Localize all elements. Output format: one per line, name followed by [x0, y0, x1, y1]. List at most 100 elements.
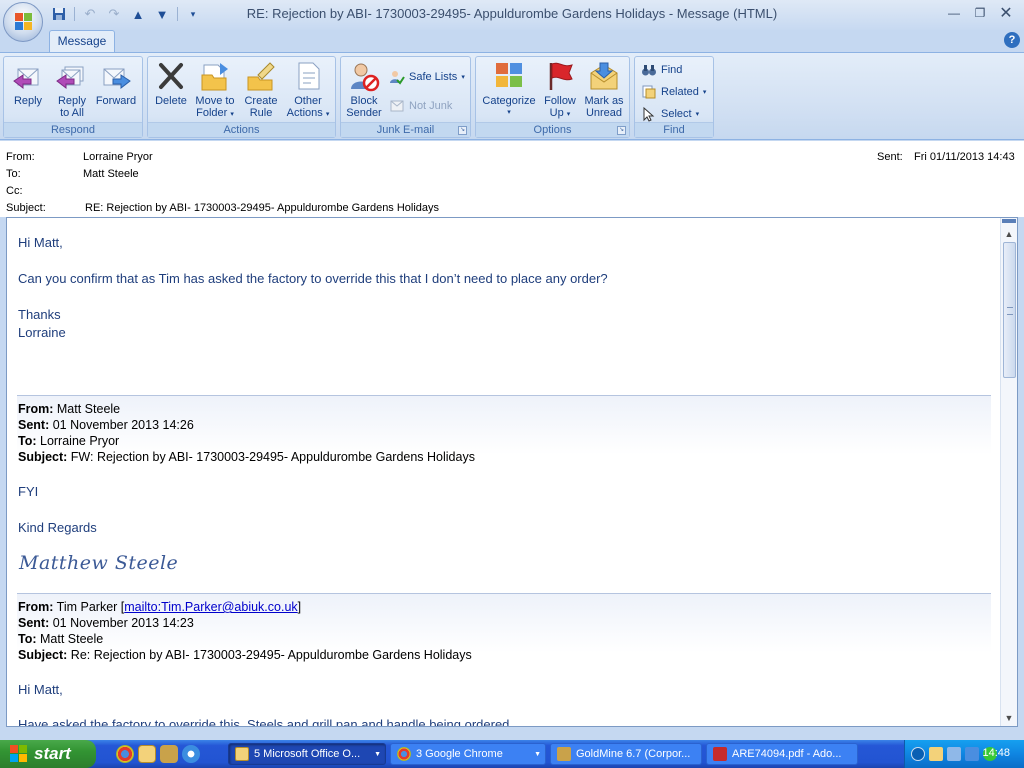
delete-button[interactable]: Delete [153, 59, 189, 121]
close-icon[interactable]: ✕ [994, 4, 1018, 22]
group-actions: Delete Move to Folder ▾ Create Rule Othe… [147, 56, 336, 138]
redo-icon[interactable]: ↷ [103, 4, 125, 24]
group-junk-email: Block Sender Safe Lists ▾ Not Junk Junk … [340, 56, 471, 138]
office-button[interactable] [3, 2, 43, 42]
categorize-label: Categorize [482, 95, 536, 107]
network-icon[interactable] [947, 747, 961, 761]
options-dialog-launcher-icon[interactable]: ↘ [617, 126, 626, 135]
not-junk-button[interactable]: Not Junk [389, 96, 452, 116]
subject-label: Subject: [6, 202, 46, 214]
message-header: From: Lorraine Pryor To: Matt Steele Cc:… [0, 141, 1024, 217]
tray-expand-icon[interactable] [911, 747, 925, 761]
to-value[interactable]: Matt Steele [83, 168, 139, 180]
quote2-sent: Sent: 01 November 2013 14:23 [18, 616, 194, 630]
block-sender-label-2: Sender [346, 107, 382, 119]
not-junk-icon [389, 98, 405, 114]
reply-button[interactable]: Reply [10, 59, 46, 121]
create-rule-icon [244, 59, 278, 93]
select-button[interactable]: Select ▾ [641, 104, 699, 124]
tray-app-icon[interactable] [965, 747, 979, 761]
help-icon[interactable]: ? [1004, 32, 1020, 48]
save-icon[interactable] [48, 4, 70, 24]
delete-icon [154, 59, 188, 93]
vertical-scrollbar[interactable]: ▲ ▼ [1000, 218, 1017, 726]
quote1-signature: Matthew Steele [19, 552, 179, 574]
group-label-actions: Actions [148, 122, 335, 137]
group-label-respond: Respond [4, 122, 142, 137]
taskbar-item-goldmine[interactable]: GoldMine 6.7 (Corpor... [550, 743, 702, 765]
create-rule-label-2: Rule [249, 107, 273, 119]
previous-item-icon[interactable]: ▲ [127, 4, 149, 24]
quote1-from: From: Matt Steele [18, 402, 121, 416]
group-options: Categorize ▾ Follow Up ▾ Mark as Unread … [475, 56, 630, 138]
find-label: Find [661, 64, 683, 76]
quick-access-toolbar: ↶ ↷ ▲ ▼ ▾ [48, 4, 204, 24]
windows-flag-icon [10, 745, 28, 763]
outlook-tray-icon[interactable] [929, 747, 943, 761]
body-thanks: Thanks [18, 307, 61, 322]
select-label: Select [661, 108, 692, 120]
quote2-subject: Subject: Re: Rejection by ABI- 1730003-2… [18, 648, 472, 662]
body-greeting: Hi Matt, [18, 235, 63, 250]
safe-lists-label: Safe Lists [409, 71, 458, 83]
chrome-icon[interactable] [116, 745, 134, 763]
follow-up-button[interactable]: Follow Up ▾ [540, 59, 580, 121]
create-rule-button[interactable]: Create Rule [240, 59, 282, 121]
other-actions-icon [291, 59, 325, 93]
quote2-line-1: Have asked the factory to override this.… [18, 717, 510, 727]
to-label: To: [6, 168, 21, 180]
find-button[interactable]: Find [641, 60, 682, 80]
minimize-icon[interactable]: — [942, 4, 966, 22]
block-sender-button[interactable]: Block Sender [344, 59, 384, 121]
quote2-mailto-link[interactable]: mailto:Tim.Parker@abiuk.co.uk [124, 600, 297, 614]
follow-up-label-2: Up ▾ [549, 107, 571, 119]
next-item-icon[interactable]: ▼ [151, 4, 173, 24]
scroll-up-icon[interactable]: ▲ [1001, 226, 1017, 242]
create-rule-label-1: Create [244, 95, 278, 107]
quote2-greeting: Hi Matt, [18, 682, 63, 697]
related-button[interactable]: Related ▾ [641, 82, 706, 102]
other-actions-button[interactable]: Other Actions ▾ [284, 59, 332, 121]
from-value[interactable]: Lorraine Pryor [83, 151, 153, 163]
clock: 14:48 [982, 747, 1010, 759]
restore-icon[interactable]: ❐ [968, 4, 992, 22]
goldmine-icon[interactable] [160, 745, 178, 763]
mark-unread-label-1: Mark as [584, 95, 624, 107]
tab-message[interactable]: Message [49, 30, 115, 52]
scroll-down-icon[interactable]: ▼ [1001, 710, 1017, 726]
quote2-from: From: Tim Parker [mailto:Tim.Parker@abiu… [18, 600, 302, 614]
reply-icon [11, 59, 45, 93]
message-body[interactable]: Hi Matt, Can you confirm that as Tim has… [6, 217, 1018, 727]
undo-icon[interactable]: ↶ [79, 4, 101, 24]
taskbar-item-chrome[interactable]: 3 Google Chrome ▼ [390, 743, 546, 765]
customize-qat-icon[interactable]: ▾ [182, 4, 204, 24]
binoculars-icon [641, 62, 657, 78]
body-line-1: Can you confirm that as Tim has asked th… [18, 271, 608, 286]
taskbar-item-outlook[interactable]: 5 Microsoft Office O... ▼ [228, 743, 386, 765]
window-controls: — ❐ ✕ [942, 4, 1018, 22]
start-label: start [34, 744, 71, 763]
scroll-split-bar[interactable] [1002, 219, 1016, 223]
not-junk-label: Not Junk [409, 100, 453, 112]
group-respond: Reply Reply to All Forward Respond [3, 56, 143, 138]
outlook-icon[interactable] [138, 745, 156, 763]
title-bar: RE: Rejection by ABI- 1730003-29495- App… [0, 0, 1024, 30]
taskbar: start 5 Microsoft Office O... ▼ 3 Google… [0, 740, 1024, 768]
categorize-button[interactable]: Categorize ▾ [480, 59, 538, 121]
taskbar-item-pdf[interactable]: ARE74094.pdf - Ado... [706, 743, 858, 765]
other-actions-label-1: Other [294, 95, 322, 107]
chevron-down-icon: ▾ [695, 111, 700, 118]
group-label-options: Options [476, 122, 629, 137]
reply-all-button[interactable]: Reply to All [52, 59, 92, 121]
forward-button[interactable]: Forward [94, 59, 138, 121]
scroll-thumb[interactable] [1003, 242, 1016, 378]
sent-label: Sent: [877, 151, 903, 163]
safe-lists-button[interactable]: Safe Lists ▾ [389, 67, 465, 87]
move-to-folder-button[interactable]: Move to Folder ▾ [192, 59, 238, 121]
junk-dialog-launcher-icon[interactable]: ↘ [458, 126, 467, 135]
move-label-2: Folder ▾ [196, 107, 234, 119]
mark-as-unread-button[interactable]: Mark as Unread [582, 59, 626, 121]
quote2-to: To: Matt Steele [18, 632, 104, 646]
ie-icon[interactable] [182, 745, 200, 763]
start-button[interactable]: start [0, 740, 96, 768]
